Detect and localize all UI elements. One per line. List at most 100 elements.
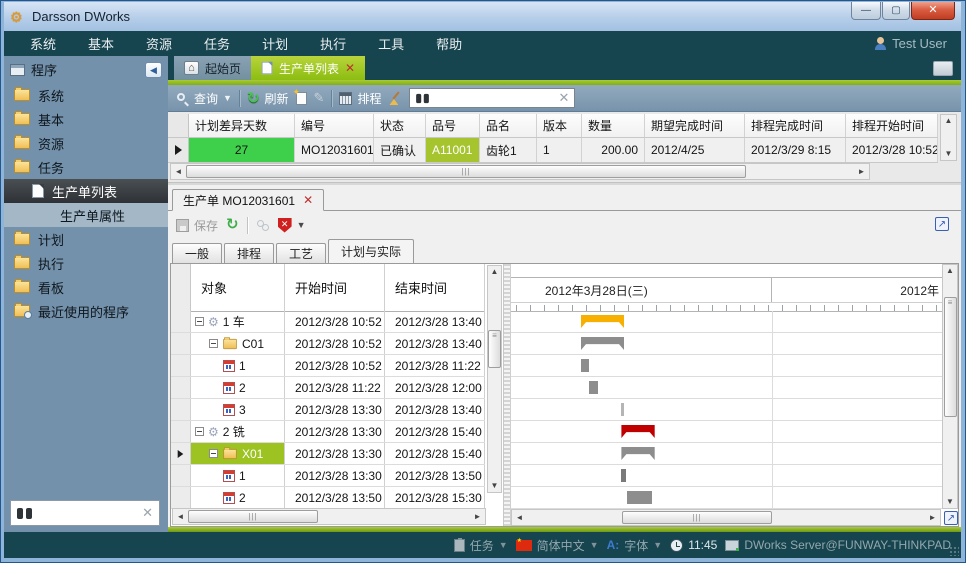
status-language-button[interactable]: 简体中文 ▼: [516, 537, 599, 554]
sidebar-item-系统[interactable]: 系统: [4, 83, 168, 107]
query-dropdown-caret[interactable]: ▼: [223, 93, 232, 103]
table-vertical-scrollbar[interactable]: ▲ ≡ ▼: [487, 265, 502, 493]
gantt-bar-task[interactable]: [621, 469, 626, 482]
window-list-icon[interactable]: [933, 61, 953, 76]
table-hscroll-thumb[interactable]: |||: [188, 510, 318, 523]
routing-icon[interactable]: [256, 219, 270, 232]
sidebar-collapse-button[interactable]: ◀: [145, 62, 162, 78]
menu-item-系统[interactable]: 系统: [16, 34, 70, 53]
scroll-left-arrow[interactable]: ◄: [512, 513, 527, 522]
grid-horizontal-scrollbar[interactable]: ◄ ||| ►: [170, 163, 870, 180]
detail-tab-close-icon[interactable]: ✕: [303, 193, 313, 207]
gantt-vscroll-thumb[interactable]: ≡: [944, 297, 957, 417]
popout-icon[interactable]: ↗: [935, 217, 949, 231]
grid-vertical-scrollbar[interactable]: ▲ ▼: [940, 114, 957, 161]
object-cell[interactable]: 1: [191, 355, 285, 376]
expander-icon[interactable]: [195, 427, 204, 436]
refresh-button[interactable]: ↻ 刷新: [247, 90, 289, 107]
operation-row[interactable]: C012012/3/28 10:522012/3/28 13:40: [171, 333, 485, 355]
operation-row[interactable]: ⚙1 车2012/3/28 10:522012/3/28 13:40: [171, 311, 485, 333]
expander-icon[interactable]: [209, 339, 218, 348]
table-header-对象[interactable]: 对象: [191, 264, 285, 311]
gantt-bar-task[interactable]: [627, 491, 653, 504]
operation-row[interactable]: 22012/3/28 11:222012/3/28 12:00: [171, 377, 485, 399]
table-header-结束时间[interactable]: 结束时间: [385, 264, 485, 311]
object-cell[interactable]: ⚙1 车: [191, 311, 285, 332]
object-cell[interactable]: 2: [191, 377, 285, 398]
object-cell[interactable]: X01: [191, 443, 285, 464]
clean-button[interactable]: [388, 91, 402, 105]
menu-item-任务[interactable]: 任务: [190, 34, 244, 53]
grid-header-计划差异天数[interactable]: 计划差异天数: [189, 114, 295, 137]
language-dropdown-caret[interactable]: ▼: [590, 540, 599, 550]
menu-item-帮助[interactable]: 帮助: [422, 34, 476, 53]
user-indicator[interactable]: Test User: [874, 36, 947, 51]
menu-item-资源[interactable]: 资源: [132, 34, 186, 53]
grid-cell[interactable]: MO12031601: [295, 138, 374, 162]
sidebar-item-看板[interactable]: 看板: [4, 275, 168, 299]
grid-hscroll-thumb[interactable]: |||: [186, 165, 746, 178]
grid-header-编号[interactable]: 编号: [295, 114, 374, 137]
object-cell[interactable]: 2: [191, 487, 285, 508]
sidebar-item-计划[interactable]: 计划: [4, 227, 168, 251]
status-font-button[interactable]: A: 字体 ▼: [607, 537, 663, 554]
subtab-计划与实际[interactable]: 计划与实际: [328, 239, 414, 263]
schedule-button[interactable]: 排程: [339, 90, 381, 107]
tab-close-icon[interactable]: ✕: [345, 61, 355, 75]
status-task-button[interactable]: 任务 ▼: [454, 537, 508, 554]
shield-dropdown-caret[interactable]: ▼: [297, 220, 306, 230]
grid-cell[interactable]: 2012/4/25: [645, 138, 745, 162]
close-button[interactable]: ✕: [911, 2, 955, 20]
scroll-right-arrow[interactable]: ►: [470, 512, 485, 521]
sidebar-item-任务[interactable]: 任务: [4, 155, 168, 179]
sidebar-item-基本[interactable]: 基本: [4, 107, 168, 131]
sidebar-item-最近使用的程序[interactable]: 最近使用的程序: [4, 299, 168, 323]
table-header-开始时间[interactable]: 开始时间: [285, 264, 385, 311]
scroll-down-arrow[interactable]: ▼: [491, 481, 499, 491]
grid-header-品名[interactable]: 品名: [480, 114, 537, 137]
operation-row[interactable]: 22012/3/28 13:502012/3/28 15:30: [171, 487, 485, 509]
gantt-bar-task[interactable]: [589, 381, 599, 394]
scroll-up-arrow[interactable]: ▲: [946, 266, 954, 276]
sidebar-search-input[interactable]: [32, 505, 142, 521]
toolbar-search-clear-icon[interactable]: ✕: [559, 90, 570, 106]
grid-header-期望完成时间[interactable]: 期望完成时间: [645, 114, 745, 137]
tab-起始页[interactable]: ⌂起始页: [174, 56, 251, 80]
menu-item-执行[interactable]: 执行: [306, 34, 360, 53]
scroll-down-arrow[interactable]: ▼: [946, 497, 954, 507]
resize-grip[interactable]: [949, 546, 959, 556]
grid-header-品号[interactable]: 品号: [426, 114, 480, 137]
new-button[interactable]: [296, 92, 307, 105]
object-cell[interactable]: C01: [191, 333, 285, 354]
sidebar-search-box[interactable]: ✕: [10, 500, 160, 526]
grid-cell[interactable]: 200.00: [582, 138, 645, 162]
grid-header-排程完成时间[interactable]: 排程完成时间: [745, 114, 846, 137]
grid-header-数量[interactable]: 数量: [582, 114, 645, 137]
scroll-right-arrow[interactable]: ►: [925, 513, 940, 522]
maximize-button[interactable]: ▢: [882, 2, 910, 20]
subtab-工艺[interactable]: 工艺: [276, 243, 326, 263]
order-row[interactable]: 27MO12031601已确认A11001齿轮11200.002012/4/25…: [168, 138, 938, 163]
scroll-up-arrow[interactable]: ▲: [491, 267, 499, 277]
sidebar-item-生产单属性[interactable]: 生产单属性: [4, 203, 168, 227]
gantt-vertical-scrollbar[interactable]: ▲ ≡ ▼: [942, 264, 958, 509]
operation-row[interactable]: 12012/3/28 13:302012/3/28 13:50: [171, 465, 485, 487]
operation-row[interactable]: ⚙2 铣2012/3/28 13:302012/3/28 15:40: [171, 421, 485, 443]
cancel-confirm-button[interactable]: ▼: [278, 218, 306, 233]
scroll-right-arrow[interactable]: ►: [854, 167, 869, 176]
expander-icon[interactable]: [195, 317, 204, 326]
grid-cell[interactable]: 27: [189, 138, 295, 162]
operation-row[interactable]: 32012/3/28 13:302012/3/28 13:40: [171, 399, 485, 421]
gantt-popout-icon[interactable]: ↗: [944, 511, 958, 525]
gantt-bar-task[interactable]: [581, 359, 589, 372]
toolbar-search-box[interactable]: ✕: [409, 88, 575, 108]
operation-row[interactable]: 12012/3/28 10:522012/3/28 11:22: [171, 355, 485, 377]
subtab-一般[interactable]: 一般: [172, 243, 222, 263]
table-vscroll-thumb[interactable]: ≡: [488, 330, 501, 368]
sidebar-search-clear-icon[interactable]: ✕: [142, 505, 153, 521]
task-dropdown-caret[interactable]: ▼: [499, 540, 508, 550]
scroll-up-arrow[interactable]: ▲: [945, 116, 953, 126]
menu-item-工具[interactable]: 工具: [364, 34, 418, 53]
scroll-left-arrow[interactable]: ◄: [173, 512, 188, 521]
query-button[interactable]: 查询 ▼: [176, 90, 232, 107]
